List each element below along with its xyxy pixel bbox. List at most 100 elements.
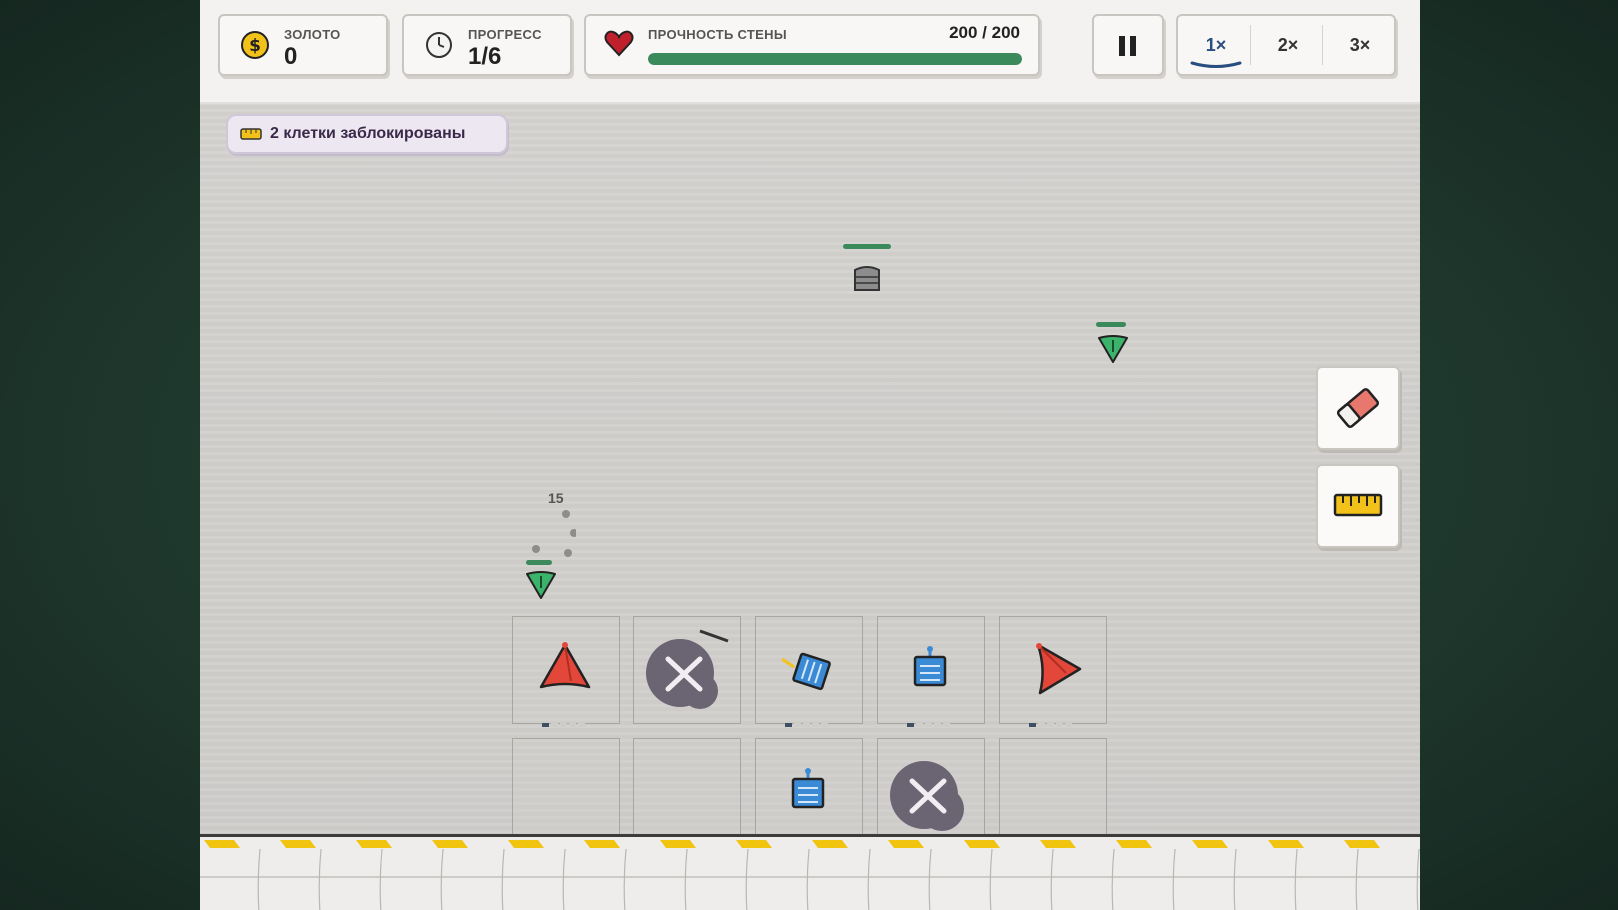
wall-brick-line bbox=[562, 848, 566, 910]
coin-icon: $ bbox=[241, 31, 269, 59]
hazard-stripe bbox=[660, 840, 696, 848]
speed-3x-button[interactable]: 3× bbox=[1324, 23, 1396, 67]
wall-brick-line bbox=[1233, 848, 1237, 910]
wall-brick-line bbox=[623, 848, 627, 910]
armored-enemy[interactable] bbox=[843, 244, 891, 300]
enemy-health-bar bbox=[526, 560, 552, 565]
progress-panel: ПРОГРЕСС 1/6 bbox=[402, 14, 572, 76]
hazard-stripe bbox=[1192, 840, 1228, 848]
hazard-stripe bbox=[888, 840, 924, 848]
grid-cell-empty[interactable] bbox=[999, 738, 1107, 846]
wall-hazard-stripes bbox=[200, 840, 1420, 910]
ruler-icon bbox=[240, 128, 262, 140]
hazard-stripe bbox=[508, 840, 544, 848]
wall-brick-line bbox=[745, 848, 749, 910]
gold-panel: $ ЗОЛОТО 0 bbox=[218, 14, 388, 76]
clock-icon bbox=[426, 32, 452, 58]
heart-icon bbox=[604, 30, 634, 57]
hazard-stripe bbox=[1116, 840, 1152, 848]
enemy-health-bar bbox=[843, 244, 891, 249]
wall-brick-line bbox=[501, 848, 505, 910]
progress-value: 1/6 bbox=[468, 43, 502, 70]
hazard-stripe bbox=[1268, 840, 1304, 848]
hazard-stripe bbox=[812, 840, 848, 848]
defense-wall bbox=[200, 834, 1420, 910]
top-hud: $ ЗОЛОТО 0 ПРОГРЕСС 1/6 ПРОЧНОСТЬ СТЕНЫ … bbox=[200, 0, 1420, 104]
pause-button[interactable] bbox=[1092, 14, 1164, 76]
armored-enemy-icon bbox=[854, 266, 880, 291]
blue-cannon-tower-icon bbox=[913, 646, 947, 687]
grid-cell-tower-red-cone[interactable] bbox=[512, 616, 620, 727]
wall-label: ПРОЧНОСТЬ СТЕНЫ bbox=[648, 27, 787, 42]
wall-brick-line bbox=[1355, 848, 1359, 910]
enemy-health-bar bbox=[1096, 322, 1126, 327]
eraser-tool-button[interactable] bbox=[1316, 366, 1400, 450]
tower-level-indicator bbox=[542, 714, 592, 727]
wall-health-track bbox=[648, 53, 1022, 65]
wall-value: 200 / 200 bbox=[949, 23, 1020, 42]
grid-cell-empty[interactable] bbox=[512, 738, 620, 846]
wall-brick-line bbox=[1111, 848, 1115, 910]
grid-cell-tower-blue-cannon[interactable] bbox=[755, 616, 863, 727]
blocked-cells-notice: 2 клетки заблокированы bbox=[226, 114, 508, 154]
green-dart-enemy-icon bbox=[526, 571, 556, 599]
wall-brick-line bbox=[867, 848, 871, 910]
hazard-stripe bbox=[584, 840, 620, 848]
wall-brick-line bbox=[257, 848, 261, 910]
wall-health-fill bbox=[648, 53, 1022, 65]
wall-panel: ПРОЧНОСТЬ СТЕНЫ 200 / 200 bbox=[584, 14, 1040, 76]
projectile-particles bbox=[532, 510, 576, 557]
blocked-x-icon bbox=[890, 761, 964, 831]
red-cone-tower-icon bbox=[1036, 643, 1082, 695]
wall-brick-line bbox=[989, 848, 993, 910]
grid-cell-empty[interactable] bbox=[633, 738, 741, 846]
hazard-stripe bbox=[964, 840, 1000, 848]
blocked-x-icon bbox=[646, 629, 729, 709]
game-field[interactable]: $ ЗОЛОТО 0 ПРОГРЕСС 1/6 ПРОЧНОСТЬ СТЕНЫ … bbox=[200, 0, 1420, 910]
red-cone-tower-icon bbox=[539, 642, 591, 689]
svg-text:$: $ bbox=[249, 36, 261, 56]
tower-level-indicator bbox=[785, 714, 835, 727]
gold-label: ЗОЛОТО bbox=[284, 27, 341, 42]
speed-2x-button[interactable]: 2× bbox=[1252, 23, 1324, 67]
grid-cell-blocked bbox=[877, 738, 985, 846]
blue-cannon-tower-icon bbox=[781, 652, 831, 691]
wall-brick-line bbox=[1294, 848, 1298, 910]
green-dart-enemy[interactable] bbox=[524, 558, 558, 604]
grid-cell-tower-blue-cannon[interactable] bbox=[755, 738, 863, 846]
wall-brick-line bbox=[684, 848, 688, 910]
progress-label: ПРОГРЕСС bbox=[468, 27, 542, 42]
hazard-stripe bbox=[1344, 840, 1380, 848]
grid-cell-tower-blue-cannon[interactable] bbox=[877, 616, 985, 727]
grid-cell-blocked bbox=[633, 616, 741, 724]
hazard-stripe bbox=[280, 840, 316, 848]
wall-brick-line bbox=[806, 848, 810, 910]
wall-brick-line bbox=[1050, 848, 1054, 910]
tower-level-indicator bbox=[907, 714, 957, 727]
ruler-tool-button[interactable] bbox=[1316, 464, 1400, 548]
wall-brick-line bbox=[440, 848, 444, 910]
hazard-stripe bbox=[356, 840, 392, 848]
green-dart-enemy[interactable] bbox=[1096, 322, 1130, 368]
wall-brick-line bbox=[928, 848, 932, 910]
hazard-stripe bbox=[432, 840, 468, 848]
pause-icon bbox=[1119, 36, 1137, 56]
wall-brick-line bbox=[1172, 848, 1176, 910]
blocked-cells-text: 2 клетки заблокированы bbox=[270, 125, 466, 142]
wall-brick-line bbox=[379, 848, 383, 910]
wall-brick-line bbox=[1416, 848, 1420, 910]
ruler-icon bbox=[1333, 493, 1383, 517]
wall-brick-line bbox=[318, 848, 322, 910]
hazard-stripe bbox=[1040, 840, 1076, 848]
blue-cannon-tower-icon bbox=[791, 768, 825, 809]
hazard-stripe bbox=[204, 840, 240, 848]
eraser-icon bbox=[1336, 388, 1380, 428]
speed-divider bbox=[1322, 25, 1323, 65]
hazard-stripe bbox=[736, 840, 772, 848]
green-dart-enemy-icon bbox=[1098, 335, 1128, 363]
speed-selector: 1× 2× 3× bbox=[1176, 14, 1396, 76]
grid-cell-tower-red-cone[interactable] bbox=[999, 616, 1107, 727]
speed-active-underline bbox=[1190, 61, 1242, 68]
gold-value: 0 bbox=[284, 43, 298, 70]
speed-divider bbox=[1250, 25, 1251, 65]
